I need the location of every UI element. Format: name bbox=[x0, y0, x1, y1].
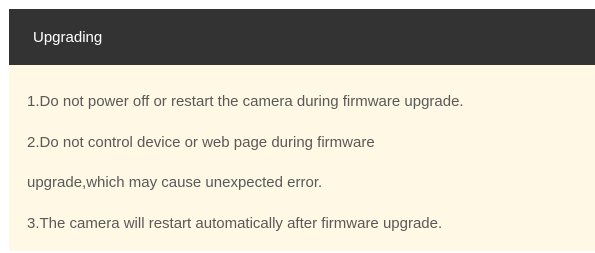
notice-line-3: 3.The camera will restart automatically … bbox=[27, 214, 443, 232]
dialog-header: Upgrading bbox=[9, 9, 595, 65]
notice-line-1: 1.Do not power off or restart the camera… bbox=[27, 93, 464, 110]
upgrade-dialog: Upgrading 1.Do not power off or restart … bbox=[9, 9, 595, 251]
dialog-title: Upgrading bbox=[33, 28, 103, 46]
notice-line-2-continued: upgrade,which may cause unexpected error… bbox=[27, 174, 323, 192]
notice-line-2: 2.Do not control device or web page duri… bbox=[27, 133, 375, 151]
dialog-body: 1.Do not power off or restart the camera… bbox=[9, 65, 595, 253]
